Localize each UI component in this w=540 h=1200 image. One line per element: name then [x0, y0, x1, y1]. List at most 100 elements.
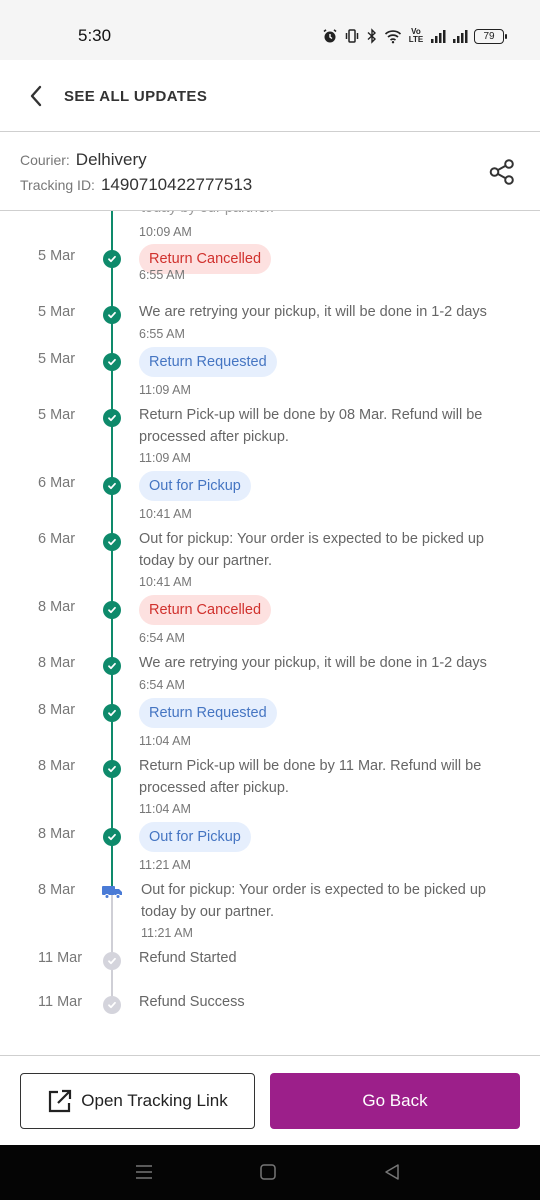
status-pill: Return Requested	[139, 698, 277, 728]
timeline-event: 11 Mar Refund Started	[0, 950, 540, 994]
event-date: 5 Mar	[38, 304, 76, 320]
tracking-label: Tracking ID:	[20, 177, 95, 193]
timeline-event: 5 Mar We are retrying your pickup, it wil…	[0, 304, 540, 351]
status-pill: Out for Pickup	[139, 822, 251, 852]
event-message: Return Pick-up will be done by 08 Mar. R…	[139, 407, 483, 445]
alarm-icon	[323, 29, 337, 43]
event-date: 6 Mar	[38, 475, 76, 491]
bluetooth-icon	[367, 28, 377, 44]
event-message: Refund Started	[139, 950, 237, 966]
event-date: 8 Mar	[38, 655, 76, 671]
signal-icon	[453, 30, 468, 43]
courier-value: Delhivery	[75, 150, 147, 169]
volte-label: Vo LTE	[408, 27, 424, 44]
partial-message: today by our partner.	[141, 211, 511, 219]
event-message: Refund Success	[139, 994, 245, 1010]
event-date: 5 Mar	[38, 248, 76, 264]
event-date: 5 Mar	[38, 351, 76, 367]
check-circle-icon	[103, 477, 121, 495]
check-circle-icon	[103, 952, 121, 970]
timeline-event: 8 Mar Return Requested 11:04 AM	[0, 698, 540, 758]
open-tracking-link-button[interactable]: Open Tracking Link	[20, 1073, 255, 1129]
event-message: We are retrying your pickup, it will be …	[139, 655, 487, 671]
tracking-timeline[interactable]: today by our partner. 10:09 AM 5 MarRetu…	[0, 211, 540, 1056]
open-tracking-link-label: Open Tracking Link	[81, 1091, 228, 1110]
check-circle-icon	[103, 760, 121, 778]
signal-icon	[431, 30, 446, 43]
courier-row: Courier: Delhivery	[20, 150, 147, 170]
timeline-event: 8 Mar Out for Pickup 11:21 AM	[0, 822, 540, 882]
event-message: Out for pickup: Your order is expected t…	[139, 531, 484, 569]
timeline-event: 8 Mar Return Pick-up will be done by 11 M…	[0, 758, 540, 826]
check-circle-icon	[103, 657, 121, 675]
back-triangle-icon[interactable]	[383, 1163, 401, 1181]
event-time: 10:41 AM	[139, 507, 192, 521]
app-header: SEE ALL UPDATES	[0, 60, 540, 132]
menu-icon[interactable]	[135, 1163, 153, 1181]
event-date: 11 Mar	[38, 950, 83, 966]
status-time: 5:30	[78, 26, 112, 45]
event-date: 11 Mar	[38, 994, 83, 1010]
check-circle-icon	[103, 533, 121, 551]
status-pill: Out for Pickup	[139, 471, 251, 501]
event-time: 6:54 AM	[139, 631, 185, 645]
check-circle-icon	[103, 409, 121, 427]
event-time: 6:54 AM	[139, 678, 185, 692]
event-time: 10:41 AM	[139, 575, 192, 589]
check-circle-icon	[103, 353, 121, 371]
tracking-row: Tracking ID: 1490710422777513	[20, 175, 252, 195]
page-title: SEE ALL UPDATES	[64, 88, 208, 105]
event-date: 5 Mar	[38, 407, 76, 423]
status-pill: Return Cancelled	[139, 595, 272, 625]
event-time: 11:21 AM	[139, 858, 191, 872]
timeline-event: 6 Mar Out for pickup: Your order is expec…	[0, 531, 540, 599]
check-circle-icon	[103, 601, 121, 619]
event-message: Out for pickup: Your order is expected t…	[141, 882, 486, 920]
go-back-label: Go Back	[362, 1091, 428, 1110]
event-date: 8 Mar	[38, 826, 76, 842]
event-date: 8 Mar	[38, 882, 76, 898]
timeline-event: 11 Mar Refund Success	[0, 994, 540, 1038]
timeline-event: 8 Mar We are retrying your pickup, it wil…	[0, 655, 540, 702]
wifi-icon	[384, 30, 402, 44]
timeline-event: 8 Mar Out for pickup: Your order is expec…	[0, 882, 540, 950]
back-button[interactable]	[22, 82, 50, 110]
event-date: 8 Mar	[38, 702, 76, 718]
event-date: 8 Mar	[38, 758, 76, 774]
event-message: We are retrying your pickup, it will be …	[139, 304, 487, 320]
partial-time: 10:09 AM	[139, 225, 192, 239]
chevron-left-icon	[30, 85, 42, 107]
event-date: 6 Mar	[38, 531, 76, 547]
home-icon[interactable]	[259, 1163, 277, 1181]
event-time: 11:04 AM	[139, 802, 191, 816]
event-time: 11:09 AM	[139, 383, 191, 397]
event-time: 11:04 AM	[139, 734, 191, 748]
share-icon[interactable]	[488, 158, 516, 186]
check-circle-icon	[103, 828, 121, 846]
event-time: 11:21 AM	[141, 926, 193, 940]
vibrate-icon	[345, 29, 359, 43]
check-circle-icon	[103, 306, 121, 324]
timeline-event: 5 Mar Return Cancelled 6:55 AM	[0, 244, 540, 292]
system-nav-bar	[0, 1145, 540, 1200]
event-time: 6:55 AM	[139, 268, 185, 282]
courier-label: Courier:	[20, 152, 70, 168]
check-circle-icon	[103, 250, 121, 268]
status-pill: Return Requested	[139, 347, 277, 377]
truck-icon	[101, 884, 125, 900]
event-date: 8 Mar	[38, 599, 76, 615]
footer-actions: Open Tracking Link Go Back	[0, 1057, 540, 1145]
battery-indicator: 79	[474, 28, 507, 44]
status-bar: 5:30 Vo LTE 79	[0, 0, 540, 60]
tracking-value: 1490710422777513	[100, 175, 253, 194]
shipment-info: Courier: Delhivery Tracking ID: 1490710422…	[0, 133, 540, 211]
status-icons: Vo LTE 79	[322, 26, 507, 46]
event-time: 11:09 AM	[139, 451, 191, 465]
timeline-event: 5 Mar Return Pick-up will be done by 08 M…	[0, 407, 540, 475]
timeline-event: 6 Mar Out for Pickup 10:41 AM	[0, 471, 540, 531]
check-circle-icon	[103, 704, 121, 722]
go-back-button[interactable]: Go Back	[270, 1073, 520, 1129]
event-time: 6:55 AM	[139, 327, 185, 341]
check-circle-icon	[103, 996, 121, 1014]
event-message: Return Pick-up will be done by 11 Mar. R…	[139, 758, 482, 796]
